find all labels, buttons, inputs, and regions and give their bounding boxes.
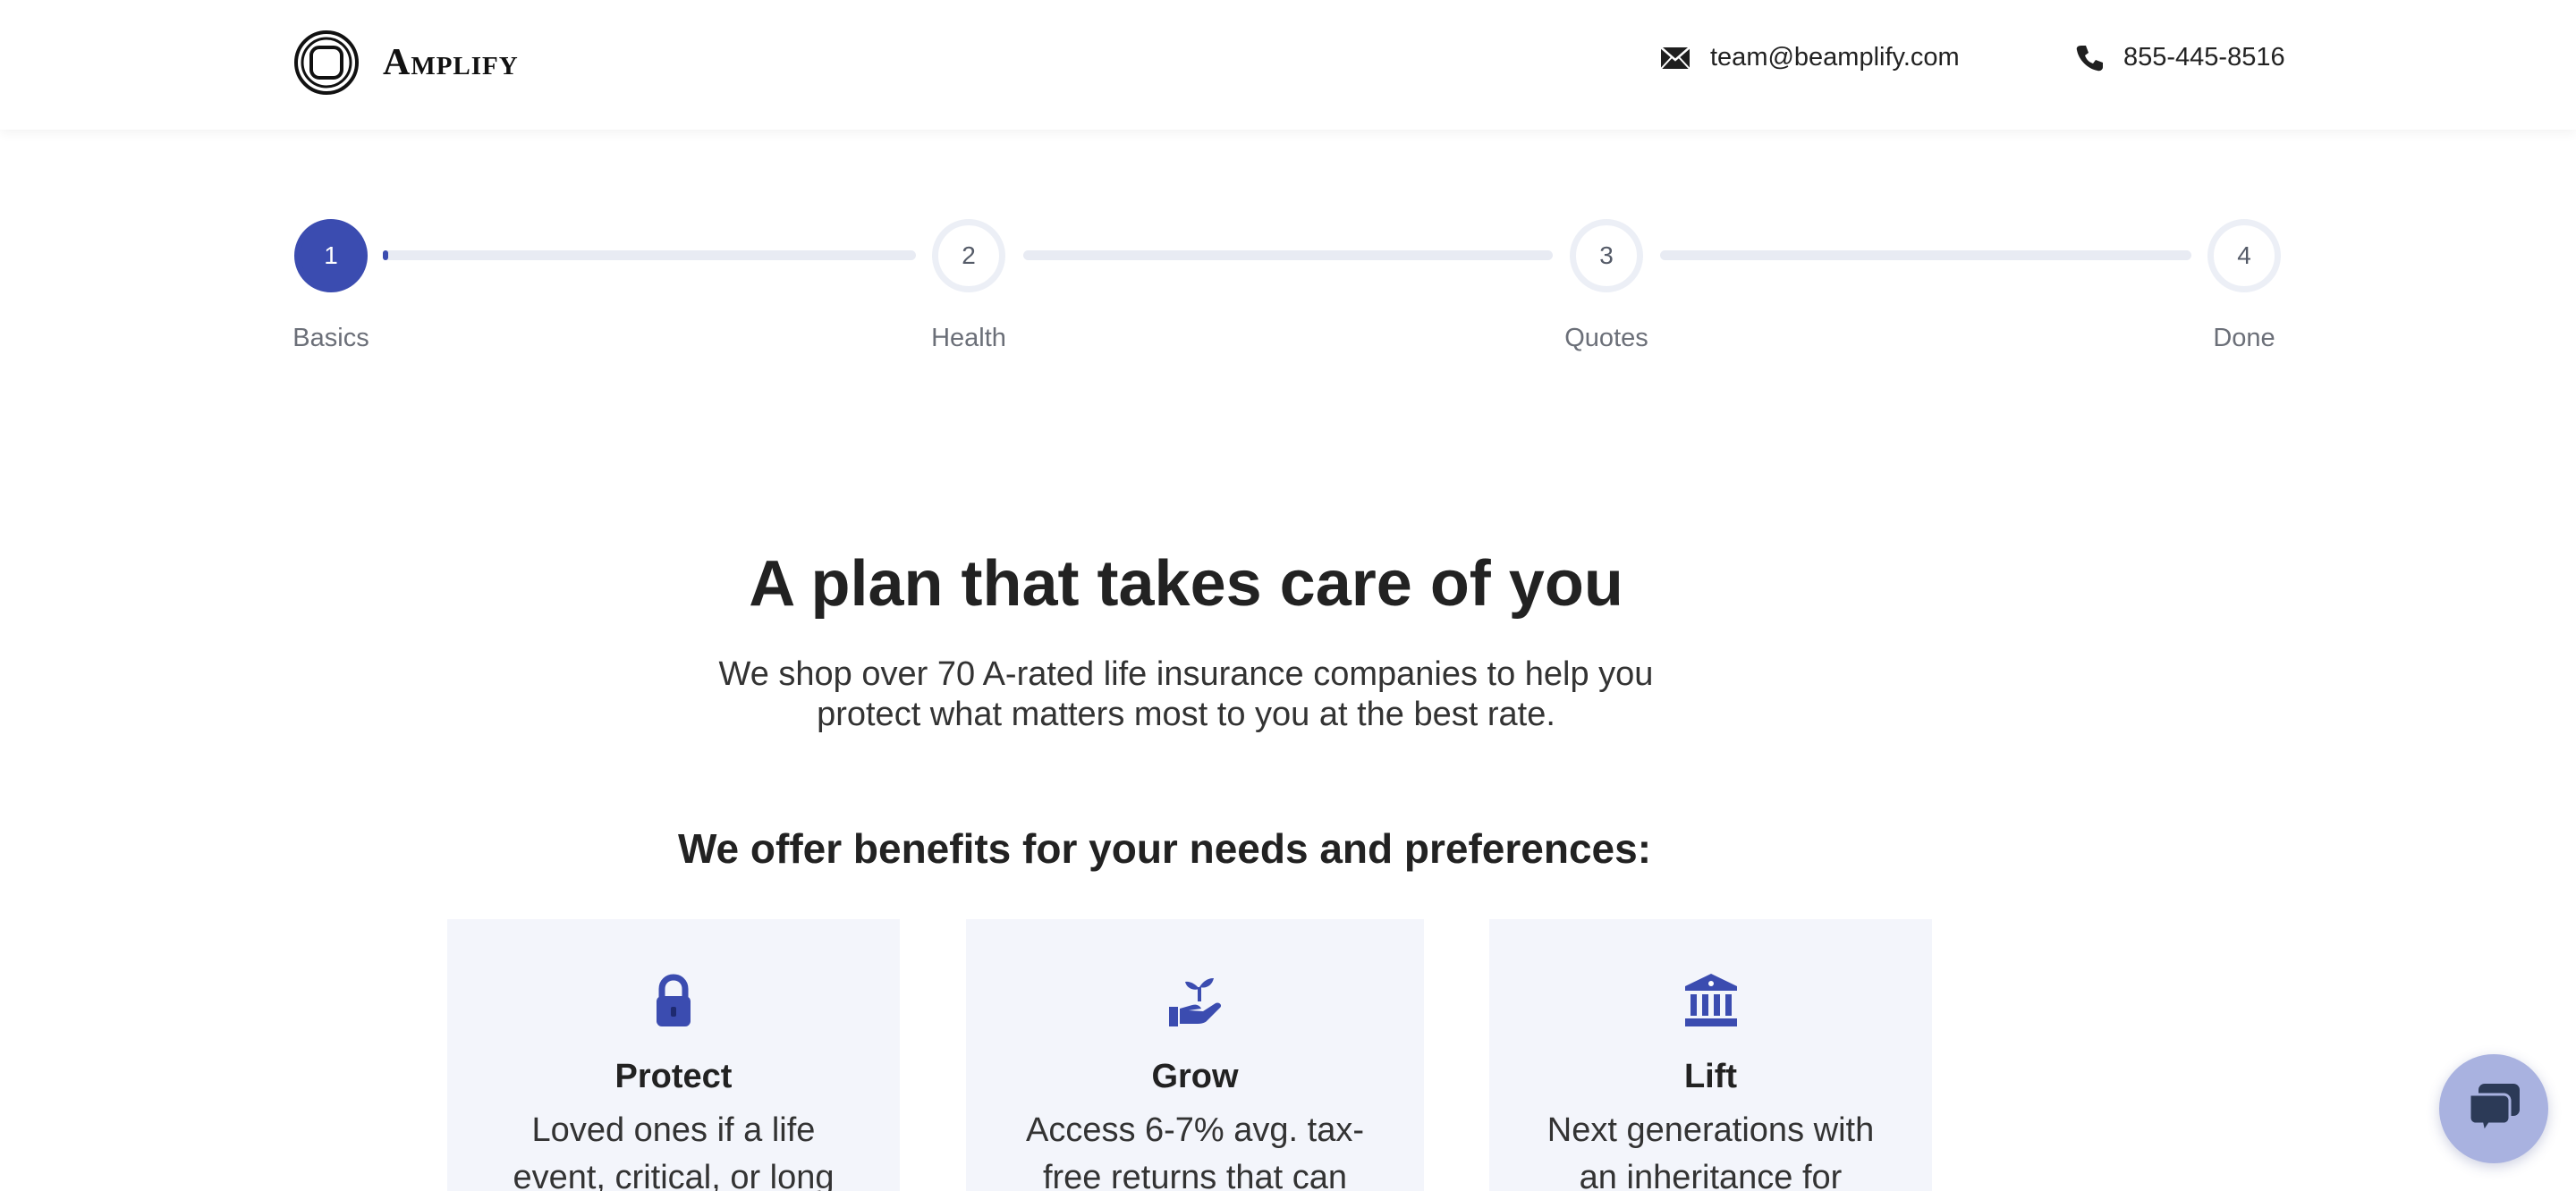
- email-text: team@beamplify.com: [1710, 43, 1960, 72]
- email-link[interactable]: team@beamplify.com: [1660, 43, 1960, 72]
- chat-bubble-icon: [2468, 1084, 2520, 1136]
- card-text: Next generations with an inheritance for…: [1546, 1111, 1875, 1191]
- lock-icon: [657, 974, 691, 1026]
- benefit-card-lift: Lift Next generations with an inheritanc…: [1489, 919, 1932, 1191]
- phone-icon: [2076, 45, 2103, 71]
- site-header: Amplify team@beamplify.com 855-445-8516: [0, 0, 2576, 130]
- page-subtitle: We shop over 70 A-rated life insurance c…: [718, 655, 1654, 733]
- chat-button[interactable]: [2439, 1054, 2548, 1163]
- step-2-label: Health: [931, 324, 1006, 352]
- phone-link[interactable]: 855-445-8516: [2075, 43, 2285, 72]
- benefit-card-protect: Protect Loved ones if a life event, crit…: [447, 919, 900, 1191]
- logo-mark-icon: [294, 30, 359, 95]
- step-4-label: Done: [2213, 324, 2275, 352]
- page: Amplify team@beamplify.com 855-445-8516 …: [0, 0, 2576, 1191]
- envelope-icon: [1660, 46, 1690, 70]
- benefits-heading: We offer benefits for your needs and pre…: [677, 825, 1652, 872]
- card-title: Protect: [614, 1058, 733, 1095]
- card-text: Loved ones if a life event, critical, or…: [513, 1111, 835, 1191]
- card-title: Grow: [1151, 1058, 1239, 1095]
- bank-icon: [1684, 974, 1737, 1026]
- step-connector-2: [1023, 250, 1553, 260]
- step-1-circle[interactable]: 1: [294, 219, 368, 292]
- plant-hand-icon: [1169, 978, 1222, 1026]
- benefit-card-grow: Grow Access 6-7% avg. tax-free returns t…: [966, 919, 1424, 1191]
- logo[interactable]: Amplify: [293, 28, 519, 97]
- step-4-circle[interactable]: 4: [2207, 219, 2281, 292]
- step-3-label: Quotes: [1564, 324, 1648, 352]
- phone-text: 855-445-8516: [2123, 43, 2285, 72]
- step-3-circle[interactable]: 3: [1570, 219, 1643, 292]
- card-title: Lift: [1683, 1058, 1738, 1095]
- step-connector-1: [383, 250, 916, 260]
- card-text: Access 6-7% avg. tax-free returns that c…: [1025, 1111, 1365, 1191]
- step-connector-3: [1660, 250, 2191, 260]
- logo-text: Amplify: [383, 42, 519, 83]
- step-1-label: Basics: [292, 324, 369, 352]
- page-title: A plan that takes care of you: [749, 548, 1623, 620]
- step-2-circle[interactable]: 2: [932, 219, 1005, 292]
